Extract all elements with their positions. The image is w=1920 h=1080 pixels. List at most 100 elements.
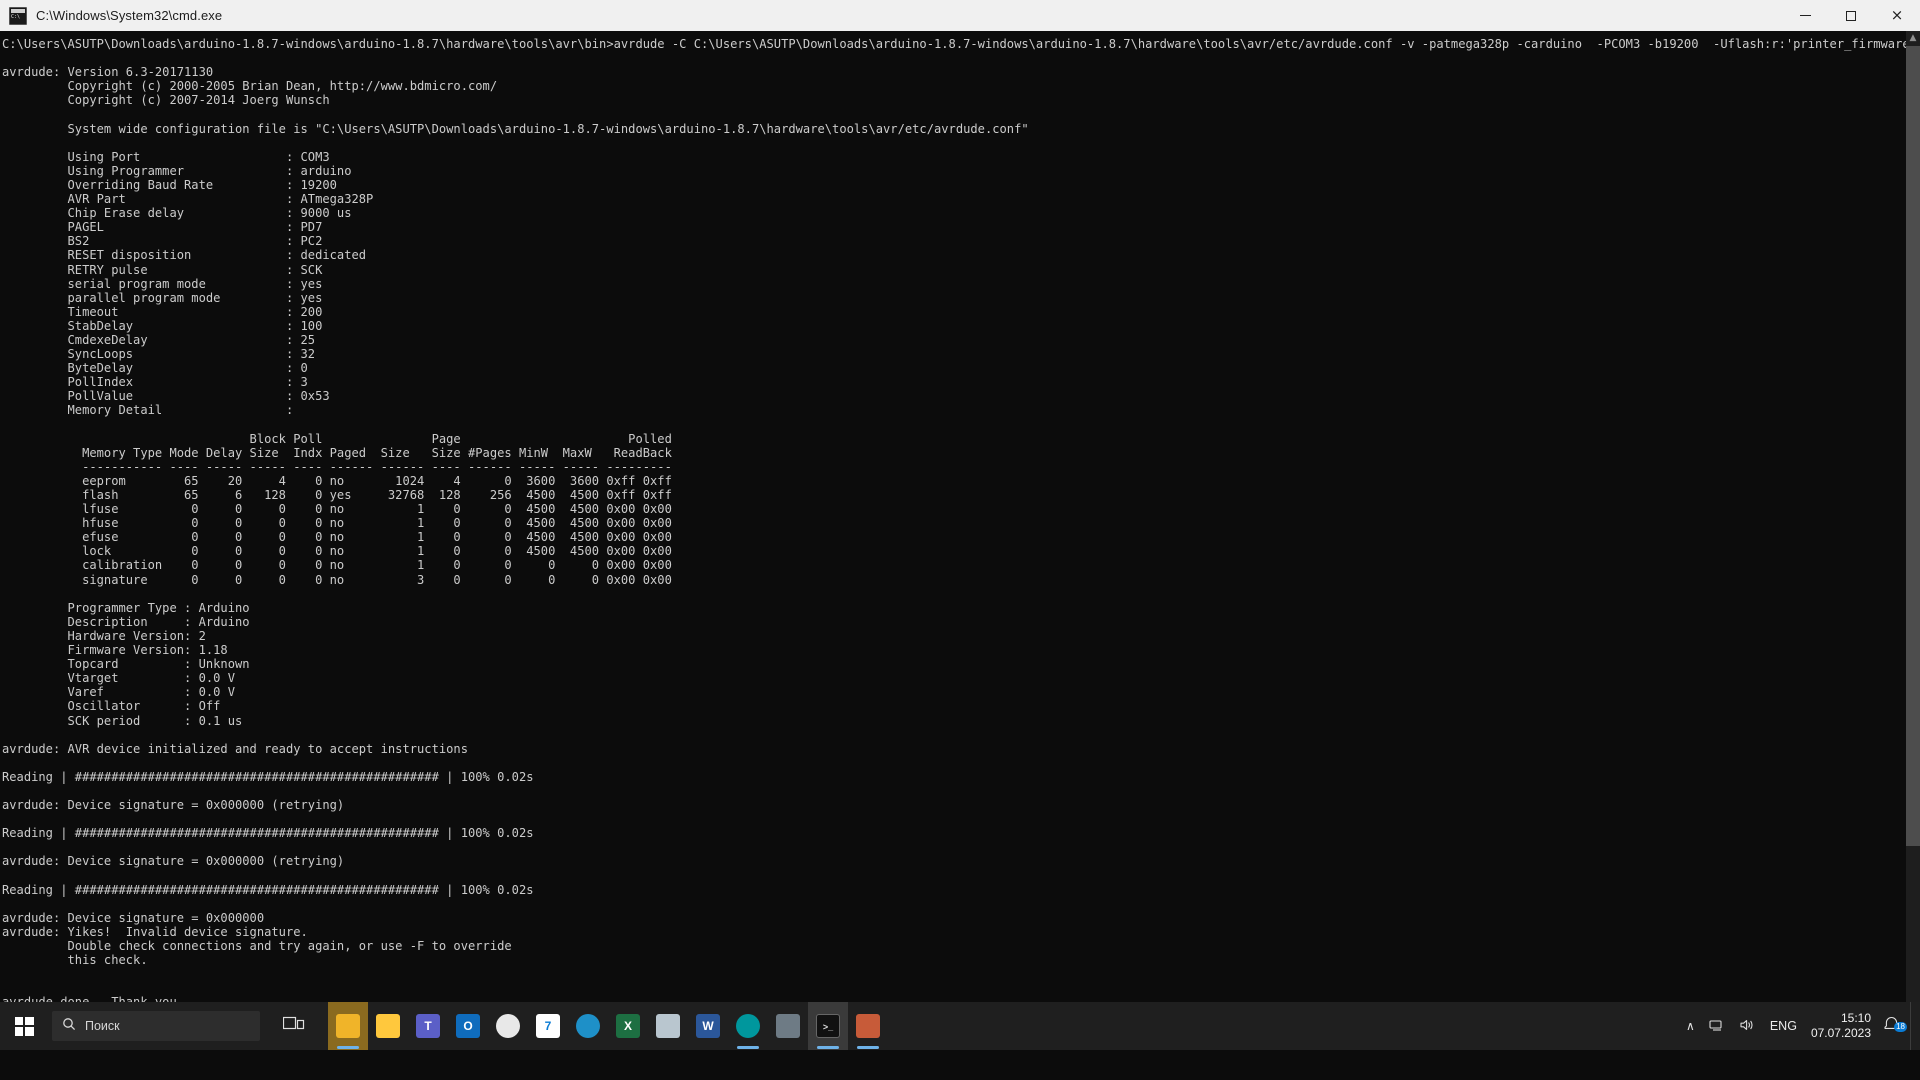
cmd-icon	[9, 6, 27, 25]
taskbar-app-list[interactable]: T O 7 X W >_	[328, 1002, 888, 1050]
console-line: Varef : 0.0 V	[2, 685, 235, 700]
search-input[interactable]: Поиск	[52, 1011, 260, 1041]
console-line: ByteDelay : 0	[2, 361, 308, 376]
scrollbar-track[interactable]	[1906, 46, 1920, 1035]
console-line: flash 65 6 128 0 yes 32768 128 256 4500 …	[2, 488, 672, 502]
notepad-icon	[656, 1014, 680, 1038]
console-line: parallel program mode : yes	[2, 290, 323, 305]
word-icon: W	[696, 1014, 720, 1038]
console-line: SyncLoops : 32	[2, 347, 316, 362]
taskbar-app-outlook[interactable]: O	[448, 1002, 488, 1050]
console-line: Block Poll Page Polled	[2, 431, 672, 446]
window-title-bar[interactable]: C:\Windows\System32\cmd.exe ×	[0, 0, 1920, 31]
system-tray[interactable]: ∧ ENG 15:10 07.07.2023 18	[1679, 1002, 1920, 1050]
taskbar-app-7zip[interactable]: 7	[528, 1002, 568, 1050]
teams-icon: T	[416, 1014, 440, 1038]
clock-date: 07.07.2023	[1810, 1026, 1871, 1040]
console-window[interactable]: C:\Users\ASUTP\Downloads\arduino-1.8.7-w…	[0, 31, 1920, 1050]
console-line: avrdude: Device signature = 0x000000 (re…	[2, 798, 345, 813]
console-line: lock 0 0 0 0 no 1 0 0 4500 4500 0x00 0x0…	[2, 544, 672, 559]
taskbar-app-pronterface[interactable]	[848, 1002, 888, 1050]
scroll-up-arrow-icon[interactable]: ▲	[1906, 31, 1920, 46]
console-line: Double check connections and try again, …	[2, 939, 512, 953]
close-button[interactable]: ×	[1874, 0, 1920, 31]
console-line: Reading | ##############################…	[2, 826, 534, 841]
taskbar-app-microsoft-teams[interactable]: T	[408, 1002, 448, 1050]
console-line: PAGEL : PD7	[2, 220, 323, 235]
taskbar-app-notepad[interactable]	[648, 1002, 688, 1050]
console-line: Timeout : 200	[2, 304, 323, 319]
maximize-button[interactable]	[1828, 0, 1874, 31]
taskbar-app-printer-utility[interactable]	[768, 1002, 808, 1050]
show-desktop-button[interactable]	[1910, 1002, 1916, 1050]
taskbar-app-command-prompt[interactable]: >_	[808, 1002, 848, 1050]
taskbar-app-microsoft-edge[interactable]	[568, 1002, 608, 1050]
taskbar-app-file-explorer[interactable]	[368, 1002, 408, 1050]
console-output[interactable]: C:\Users\ASUTP\Downloads\arduino-1.8.7-w…	[0, 31, 1906, 1050]
taskbar-clock[interactable]: 15:10 07.07.2023	[1805, 1011, 1881, 1041]
console-line: Hardware Version: 2	[2, 628, 206, 643]
console-line: CmdexeDelay : 25	[2, 332, 316, 347]
console-line: hfuse 0 0 0 0 no 1 0 0 4500 4500 0x00 0x…	[2, 516, 672, 531]
language-indicator[interactable]: ENG	[1762, 1019, 1805, 1033]
excel-icon: X	[616, 1014, 640, 1038]
console-line: RESET disposition : dedicated	[2, 248, 367, 263]
maximize-icon	[1846, 10, 1856, 21]
taskbar-app-microsoft-excel[interactable]: X	[608, 1002, 648, 1050]
taskbar-app-microsoft-word[interactable]: W	[688, 1002, 728, 1050]
console-line: SCK period : 0.1 us	[2, 713, 243, 728]
console-line: StabDelay : 100	[2, 318, 323, 333]
console-line: ----------- ---- ----- ----- ---- ------…	[2, 459, 672, 474]
chrome-icon	[496, 1014, 520, 1038]
console-line: PollValue : 0x53	[2, 389, 330, 404]
console-line: avrdude: Device signature = 0x000000 (re…	[2, 854, 345, 869]
network-icon[interactable]	[1702, 1018, 1732, 1035]
start-button[interactable]	[0, 1002, 48, 1050]
console-line: Overriding Baud Rate : 19200	[2, 177, 337, 192]
task-view-button[interactable]	[274, 1002, 314, 1050]
search-placeholder: Поиск	[85, 1019, 120, 1033]
console-line: Memory Detail :	[2, 403, 294, 418]
notification-center-button[interactable]: 18	[1881, 1016, 1910, 1036]
console-scrollbar[interactable]: ▲ ▼	[1906, 31, 1920, 1050]
outlook-icon: O	[456, 1014, 480, 1038]
taskbar-app-arduino-ide[interactable]	[728, 1002, 768, 1050]
console-line: lfuse 0 0 0 0 no 1 0 0 4500 4500 0x00 0x…	[2, 502, 672, 517]
clock-time: 15:10	[1840, 1011, 1871, 1025]
console-line: AVR Part : ATmega328P	[2, 192, 374, 207]
windows-taskbar[interactable]: Поиск T O 7 X W >_ ∧ ENG 15:10 07.07.202…	[0, 1002, 1920, 1050]
console-line: avrdude: Device signature = 0x000000	[2, 910, 265, 925]
taskbar-app-google-chrome[interactable]	[488, 1002, 528, 1050]
window-title: C:\Windows\System32\cmd.exe	[36, 8, 223, 23]
task-view-icon	[282, 1015, 305, 1038]
console-line: efuse 0 0 0 0 no 1 0 0 4500 4500 0x00 0x…	[2, 530, 672, 545]
console-line: System wide configuration file is "C:\Us…	[2, 121, 1029, 136]
console-line: Memory Type Mode Delay Size Indx Paged S…	[2, 445, 672, 460]
scrollbar-thumb[interactable]	[1906, 46, 1920, 846]
console-line: Programmer Type : Arduino	[2, 600, 250, 615]
volume-icon[interactable]	[1732, 1018, 1762, 1035]
windows-logo-icon	[14, 1016, 34, 1036]
edge-icon	[576, 1014, 600, 1038]
taskbar-app-explorer-folder[interactable]	[328, 1002, 368, 1050]
console-line: avrdude: Yikes! Invalid device signature…	[2, 924, 308, 939]
console-line: Copyright (c) 2007-2014 Joerg Wunsch	[2, 93, 330, 108]
console-line: C:\Users\ASUTP\Downloads\arduino-1.8.7-w…	[2, 37, 1906, 51]
console-line: avrdude: Version 6.3-20171130	[2, 65, 214, 80]
minimize-button[interactable]	[1782, 0, 1828, 31]
tray-chevron-up-icon[interactable]: ∧	[1679, 1019, 1702, 1033]
console-line: Description : Arduino	[2, 614, 250, 629]
cmd-icon: >_	[816, 1014, 840, 1038]
console-line: signature 0 0 0 0 no 3 0 0 0 0 0x00 0x00	[2, 572, 672, 587]
